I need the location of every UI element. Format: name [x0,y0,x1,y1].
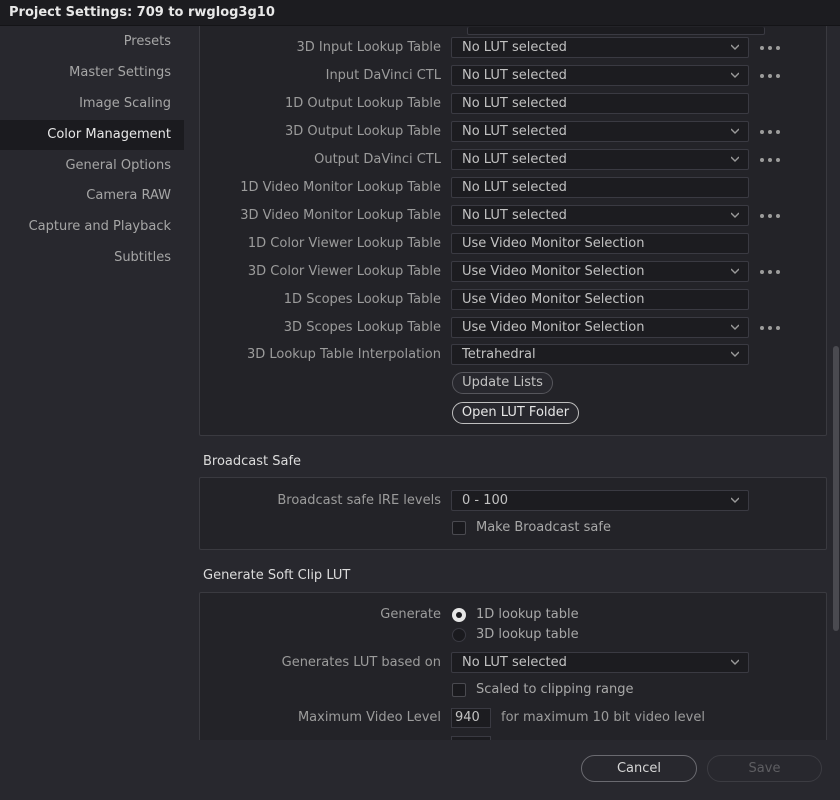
chevron-down-icon [731,212,739,218]
dropdown-value: No LUT selected [462,655,567,670]
sidebar: Presets Master Settings Image Scaling Co… [0,26,184,800]
sidebar-item-general-options[interactable]: General Options [0,151,184,181]
ire-levels-dropdown[interactable]: 0 - 100 [451,490,749,511]
chevron-down-icon [731,44,739,50]
dropdown-value: Use Video Monitor Selection [462,236,645,251]
dropdown-value: No LUT selected [462,68,567,83]
footer: Cancel Save [0,740,840,800]
row-label: 3D Scopes Lookup Table [283,320,441,335]
lut-dropdown[interactable]: No LUT selected [451,177,749,198]
dropdown-value: Use Video Monitor Selection [462,292,645,307]
chevron-down-icon [731,156,739,162]
lut-dropdown[interactable]: Use Video Monitor Selection [451,289,749,310]
cancel-button[interactable]: Cancel [581,755,697,782]
sidebar-item-subtitles[interactable]: Subtitles [0,243,184,273]
lut-dropdown[interactable]: No LUT selected [451,37,749,58]
settings-content: 3D Input Lookup Table No LUT selected In… [184,26,840,740]
row-label: 1D Color Viewer Lookup Table [247,236,441,251]
sidebar-item-master-settings[interactable]: Master Settings [0,58,184,88]
interpolation-dropdown[interactable]: Tetrahedral [451,344,749,365]
radio-3d-lookup-table[interactable] [452,628,466,642]
chevron-down-icon [731,72,739,78]
make-broadcast-safe-label: Make Broadcast safe [476,520,611,535]
generate-label: Generate [380,607,441,622]
save-button[interactable]: Save [707,755,822,782]
content-scrollbar[interactable] [833,346,839,631]
more-options-icon[interactable] [760,323,780,333]
max-video-level-label: Maximum Video Level [297,710,441,725]
lut-dropdown[interactable]: No LUT selected [451,149,749,170]
lut-dropdown[interactable]: Use Video Monitor Selection [451,261,749,282]
dropdown-value: Use Video Monitor Selection [462,320,645,335]
dropdown-value: No LUT selected [462,208,567,223]
sidebar-item-presets[interactable]: Presets [0,27,184,57]
row-label: 1D Output Lookup Table [285,96,441,111]
chevron-down-icon [731,324,739,330]
chevron-down-icon [731,268,739,274]
lut-dropdown[interactable]: No LUT selected [451,121,749,142]
based-on-label: Generates LUT based on [281,655,441,670]
lut-dropdown[interactable]: Use Video Monitor Selection [451,317,749,338]
row-label: Output DaVinci CTL [314,152,441,167]
lut-dropdown[interactable]: Use Video Monitor Selection [451,233,749,254]
more-options-icon[interactable] [760,267,780,277]
chevron-down-icon [731,497,739,503]
ire-levels-label: Broadcast safe IRE levels [277,493,441,508]
row-label: 3D Video Monitor Lookup Table [240,208,441,223]
soft-clip-title: Generate Soft Clip LUT [203,568,351,583]
row-label: 3D Output Lookup Table [285,124,441,139]
lut-dropdown[interactable]: No LUT selected [451,65,749,86]
sidebar-item-image-scaling[interactable]: Image Scaling [0,89,184,119]
chevron-down-icon [731,351,739,357]
max-video-level-suffix: for maximum 10 bit video level [501,710,705,725]
chevron-down-icon [731,659,739,665]
lut-dropdown[interactable]: No LUT selected [451,205,749,226]
open-lut-folder-button[interactable]: Open LUT Folder [452,402,579,424]
more-options-icon[interactable] [760,127,780,137]
dropdown-value: No LUT selected [462,180,567,195]
lut-dropdown[interactable]: No LUT selected [451,93,749,114]
row-label: 3D Input Lookup Table [296,40,442,55]
row-label: 3D Lookup Table Interpolation [246,347,441,362]
dropdown-value: Tetrahedral [462,347,536,362]
dropdown-value: No LUT selected [462,152,567,167]
more-options-icon[interactable] [760,43,780,53]
more-options-icon[interactable] [760,71,780,81]
broadcast-safe-title: Broadcast Safe [203,454,302,469]
chevron-down-icon [731,128,739,134]
dropdown-value: No LUT selected [462,124,567,139]
dropdown-value: 0 - 100 [462,493,509,508]
window-title: Project Settings: 709 to rwglog3g10 [9,5,275,20]
dropdown-value: No LUT selected [462,96,567,111]
sidebar-item-color-management[interactable]: Color Management [0,120,184,150]
more-options-icon[interactable] [760,155,780,165]
broadcast-safe-panel [199,477,827,550]
scaled-to-clipping-checkbox[interactable] [452,683,466,697]
more-options-icon[interactable] [760,211,780,221]
max-video-level-input[interactable]: 940 [451,708,491,728]
partial-dropdown [467,27,765,35]
radio-3d-label: 3D lookup table [476,627,579,642]
based-on-dropdown[interactable]: No LUT selected [451,652,749,673]
dropdown-value: No LUT selected [462,40,567,55]
row-label: Input DaVinci CTL [325,68,441,83]
row-label: 3D Color Viewer Lookup Table [247,264,441,279]
sidebar-item-capture-and-playback[interactable]: Capture and Playback [0,212,184,242]
radio-1d-label: 1D lookup table [476,607,579,622]
update-lists-button[interactable]: Update Lists [452,372,553,394]
radio-1d-lookup-table[interactable] [452,608,466,622]
row-label: 1D Scopes Lookup Table [283,292,441,307]
title-bar: Project Settings: 709 to rwglog3g10 [0,0,840,26]
dropdown-value: Use Video Monitor Selection [462,264,645,279]
scaled-to-clipping-label: Scaled to clipping range [476,682,634,697]
sidebar-item-camera-raw[interactable]: Camera RAW [0,181,184,211]
make-broadcast-safe-checkbox[interactable] [452,521,466,535]
row-label: 1D Video Monitor Lookup Table [240,180,441,195]
